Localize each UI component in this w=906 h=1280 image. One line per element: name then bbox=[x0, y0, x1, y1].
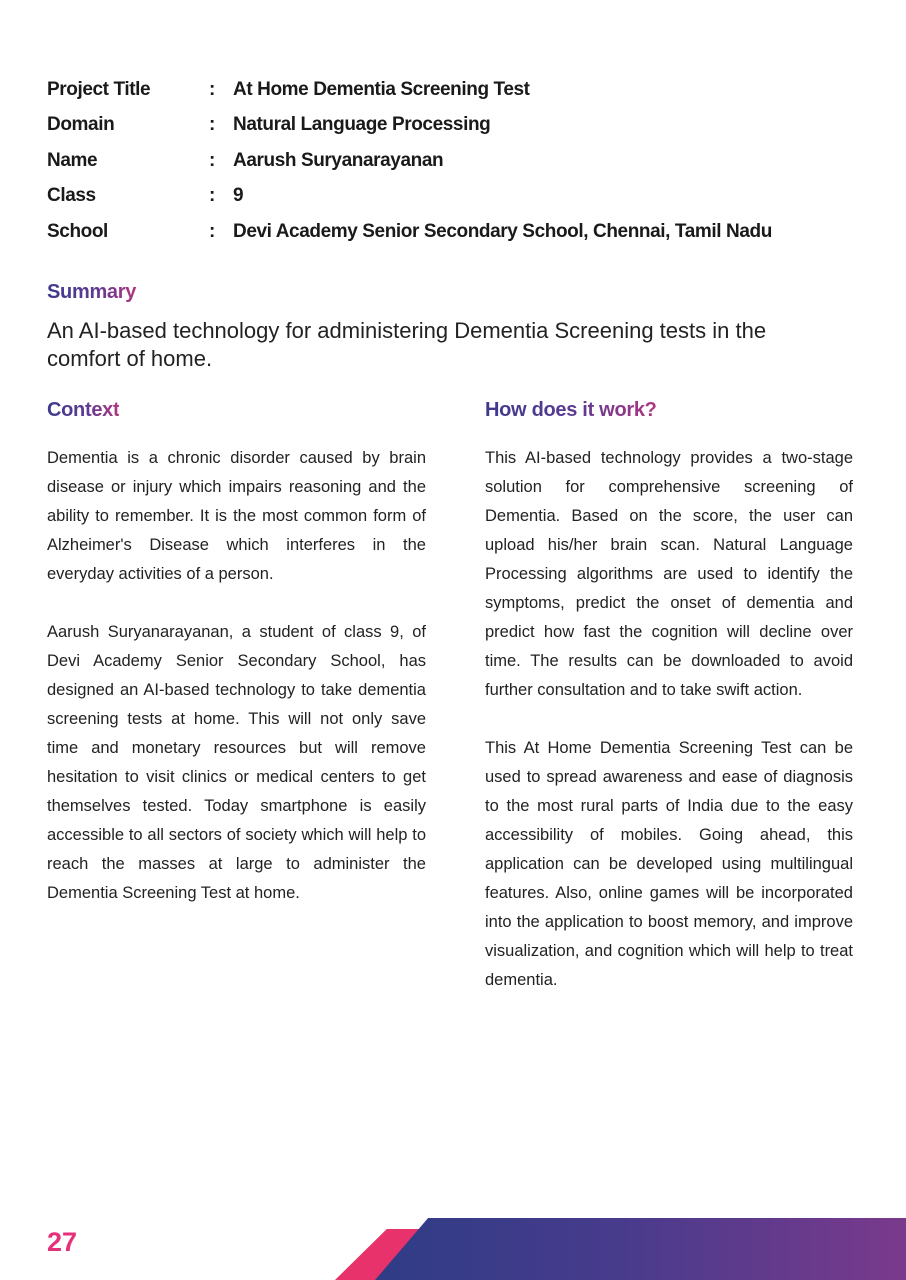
info-label: Domain bbox=[47, 114, 115, 136]
info-value: Devi Academy Senior Secondary School, Ch… bbox=[233, 220, 772, 242]
info-row-name: Name : Aarush Suryanarayanan bbox=[47, 143, 772, 179]
info-label: Project Title bbox=[47, 78, 151, 100]
info-value: At Home Dementia Screening Test bbox=[233, 78, 530, 100]
info-colon: : bbox=[209, 185, 215, 207]
info-row-project-title: Project Title : At Home Dementia Screeni… bbox=[47, 72, 772, 108]
info-row-domain: Domain : Natural Language Processing bbox=[47, 108, 772, 144]
info-label: School bbox=[47, 220, 108, 242]
how-it-works-column: This AI-based technology provides a two-… bbox=[485, 444, 853, 1024]
info-value: 9 bbox=[233, 185, 244, 207]
summary-heading: Summary bbox=[47, 281, 137, 303]
context-paragraph: Aarush Suryanarayanan, a student of clas… bbox=[47, 623, 426, 902]
how-it-works-heading: How does it work? bbox=[485, 399, 657, 421]
how-it-works-paragraph: This At Home Dementia Screening Test can… bbox=[485, 739, 853, 989]
summary-text: An AI-based technology for administering… bbox=[47, 318, 767, 371]
info-colon: : bbox=[209, 114, 215, 136]
context-column: Dementia is a chronic disorder caused by… bbox=[47, 444, 426, 937]
page-number: 27 bbox=[47, 1227, 78, 1257]
project-info-table: Project Title : At Home Dementia Screeni… bbox=[47, 72, 772, 250]
info-row-class: Class : 9 bbox=[47, 179, 772, 215]
context-heading: Context bbox=[47, 399, 120, 421]
info-label: Class bbox=[47, 185, 96, 207]
context-paragraph: Dementia is a chronic disorder caused by… bbox=[47, 449, 426, 583]
info-colon: : bbox=[209, 149, 215, 171]
info-value: Natural Language Processing bbox=[233, 114, 491, 136]
info-label: Name bbox=[47, 149, 98, 171]
info-row-school: School : Devi Academy Senior Secondary S… bbox=[47, 214, 772, 250]
footer-gradient-band bbox=[375, 1218, 906, 1280]
info-value: Aarush Suryanarayanan bbox=[233, 149, 444, 171]
info-colon: : bbox=[209, 78, 215, 100]
info-colon: : bbox=[209, 220, 215, 242]
how-it-works-paragraph: This AI-based technology provides a two-… bbox=[485, 449, 853, 699]
